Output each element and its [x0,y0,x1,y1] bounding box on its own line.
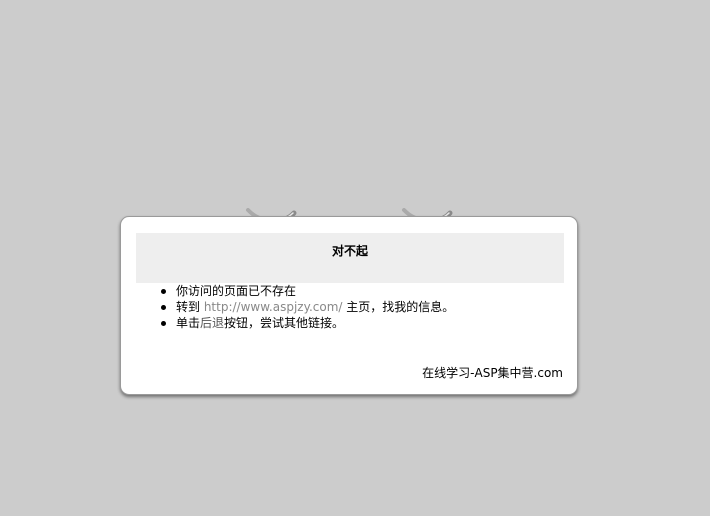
error-dialog: 对不起 你访问的页面已不存在 转到 http://www.aspjzy.com/… [120,216,578,395]
item-prefix: 转到 [176,300,204,314]
bullet-icon [161,289,166,294]
back-link[interactable]: 后退 [200,316,224,330]
site-footer-text: 在线学习-ASP集中营.com [422,366,563,380]
dialog-title: 对不起 [331,244,368,258]
list-item: 转到 http://www.aspjzy.com/ 主页，找我的信息。 [161,299,455,315]
item-text: 你访问的页面已不存在 [176,284,297,298]
item-prefix: 单击 [176,316,201,330]
dialog-header: 对不起 [136,233,564,283]
item-suffix: 按钮，尝试其他链接。 [224,316,345,330]
bullet-icon [161,321,166,326]
item-suffix: 主页，找我的信息。 [342,300,455,314]
list-item: 单击后退按钮，尝试其他链接。 [161,315,454,331]
suggestion-list: 你访问的页面已不存在 转到 http://www.aspjzy.com/ 主页，… [161,283,455,331]
page-background: 对不起 你访问的页面已不存在 转到 http://www.aspjzy.com/… [0,0,710,516]
bullet-icon [161,305,166,310]
list-item: 你访问的页面已不存在 [161,283,454,299]
homepage-link[interactable]: http://www.aspjzy.com/ [204,300,343,314]
